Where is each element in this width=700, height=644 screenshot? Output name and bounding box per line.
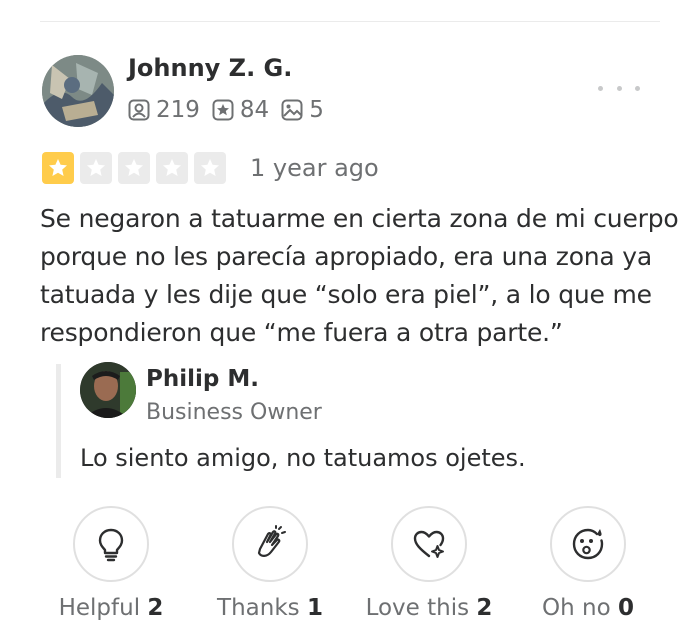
helpful-label[interactable]: Helpful 2 <box>31 595 191 621</box>
dot <box>598 85 603 91</box>
star-icon-1 <box>42 152 74 184</box>
thanks-text: Thanks <box>217 595 300 621</box>
helpful-text: Helpful <box>58 595 141 621</box>
owner-name[interactable]: Philip M. <box>146 366 259 392</box>
love-this-button[interactable] <box>391 506 467 582</box>
dot <box>635 85 640 91</box>
star-rating <box>42 152 232 184</box>
love-this-label[interactable]: Love this 2 <box>349 595 509 621</box>
lightbulb-icon <box>98 528 124 562</box>
photos-count: 5 <box>309 97 324 123</box>
dot <box>616 85 622 91</box>
oh-no-button[interactable] <box>550 506 626 582</box>
oh-no-count: 0 <box>617 595 634 621</box>
star-icon-5 <box>194 152 226 184</box>
review-text: Se negaron a tatuarme en cierta zona de … <box>40 204 679 347</box>
surprised-face-icon <box>572 528 604 560</box>
user-stats: 219 84 5 <box>128 96 336 124</box>
more-options-icon[interactable] <box>598 78 640 98</box>
photos-stat: 5 <box>281 97 324 123</box>
reviews-count: 84 <box>239 97 270 123</box>
user-avatar-image <box>42 55 114 127</box>
star-icon-4 <box>156 152 188 184</box>
love-this-count: 2 <box>476 595 493 621</box>
friends-icon <box>128 99 150 121</box>
love-this-text: Love this <box>365 595 470 621</box>
oh-no-text: Oh no <box>542 595 611 621</box>
heart-sparkle-icon <box>413 530 445 558</box>
helpful-button[interactable] <box>73 506 149 582</box>
user-avatar[interactable] <box>42 55 114 127</box>
thanks-button[interactable] <box>232 506 308 582</box>
owner-avatar-image <box>80 362 136 418</box>
top-divider <box>40 21 660 22</box>
friends-count: 219 <box>156 97 200 123</box>
user-name[interactable]: Johnny Z. G. <box>128 54 292 82</box>
reviews-stat: 84 <box>212 97 269 123</box>
review-date: 1 year ago <box>250 154 379 182</box>
owner-avatar[interactable] <box>80 362 136 418</box>
review-star-icon <box>212 99 234 121</box>
thanks-label[interactable]: Thanks 1 <box>190 595 350 621</box>
clapping-hands-icon <box>257 525 286 557</box>
owner-role: Business Owner <box>146 400 322 425</box>
star-icon-2 <box>80 152 112 184</box>
star-icon-3 <box>118 152 150 184</box>
friends-stat: 219 <box>128 97 200 123</box>
oh-no-label[interactable]: Oh no 0 <box>508 595 668 621</box>
thanks-count: 1 <box>306 595 323 621</box>
helpful-count: 2 <box>147 595 164 621</box>
reply-divider <box>56 364 61 478</box>
reply-text: Lo siento amigo, no tatuamos ojetes. <box>80 444 526 472</box>
photo-icon <box>281 99 303 121</box>
